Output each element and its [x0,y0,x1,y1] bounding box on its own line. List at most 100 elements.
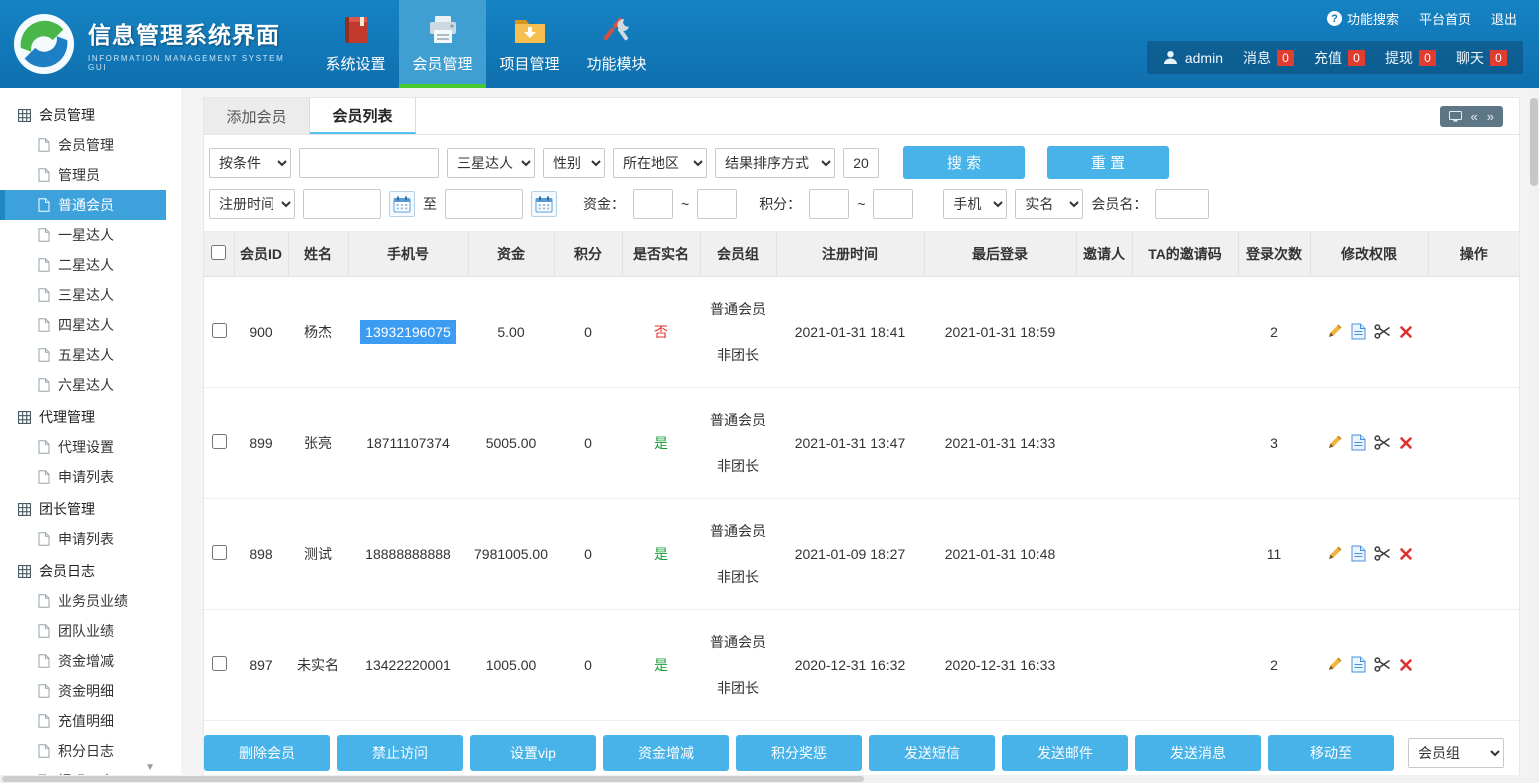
page-size-input[interactable] [843,148,879,178]
gender-select[interactable]: 性别 [543,148,605,178]
sidebar-section-title[interactable]: 会员日志 [0,556,181,586]
sidebar-item[interactable]: 三星达人 [0,280,181,310]
points-reward-button[interactable]: 积分奖惩 [736,735,862,771]
column-header: 修改权限 [1310,232,1428,276]
fund-adjust-button[interactable]: 资金增减 [603,735,729,771]
select-all-checkbox[interactable] [211,245,226,260]
member-points: 0 [554,387,622,498]
sort-select[interactable]: 结果排序方式 [715,148,835,178]
member-group: 普通会员非团长 [700,387,776,498]
ban-access-button[interactable]: 禁止访问 [337,735,463,771]
move-to-button[interactable]: 移动至 [1268,735,1394,771]
scissors-icon[interactable] [1374,434,1391,451]
condition-select[interactable]: 按条件 [209,148,291,178]
delete-icon[interactable] [1399,658,1413,672]
level-select[interactable]: 三星达人 [447,148,535,178]
sidebar-item[interactable]: 团队业绩 [0,616,181,646]
sidebar-item[interactable]: 代理设置 [0,432,181,462]
horizontal-scrollbar[interactable] [0,775,1539,783]
nav-item-project-management[interactable]: 项目管理 [486,0,573,88]
send-message-button[interactable]: 发送消息 [1135,735,1261,771]
sidebar-item[interactable]: 业务员业绩 [0,586,181,616]
sidebar-item[interactable]: 资金增减 [0,646,181,676]
monitor-icon[interactable] [1449,111,1462,122]
link-function-search[interactable]: ?功能搜索 [1327,9,1399,28]
sidebar-section-title[interactable]: 团长管理 [0,494,181,524]
sidebar-item[interactable]: 六星达人 [0,370,181,400]
send-email-button[interactable]: 发送邮件 [1002,735,1128,771]
member-last-login: 2021-01-31 18:59 [924,276,1076,387]
scissors-icon[interactable] [1374,656,1391,673]
realname-select[interactable]: 实名 [1015,189,1083,219]
sidebar-item[interactable]: 充值明细 [0,706,181,736]
sidebar-item[interactable]: 普通会员 [0,190,166,220]
stat-recharge[interactable]: 充值0 [1314,48,1365,68]
stat-chat[interactable]: 聊天0 [1456,48,1507,68]
row-checkbox[interactable] [212,656,227,671]
delete-member-button[interactable]: 删除会员 [204,735,330,771]
sidebar-item[interactable]: 申请列表 [0,462,181,492]
document-icon[interactable] [1351,434,1366,451]
tab-member-list[interactable]: 会员列表 [310,98,416,134]
nav-item-system-settings[interactable]: 系统设置 [312,0,399,88]
pencil-icon[interactable] [1326,434,1343,451]
search-button[interactable]: 搜 索 [903,146,1025,179]
fund-min-input[interactable] [633,189,673,219]
date-from-calendar-button[interactable] [389,191,415,217]
scissors-icon[interactable] [1374,323,1391,340]
nav-item-function-modules[interactable]: 功能模块 [573,0,660,88]
pencil-icon[interactable] [1326,656,1343,673]
sidebar-section-title[interactable]: 会员管理 [0,100,181,130]
vertical-scrollbar[interactable] [1529,88,1539,775]
delete-icon[interactable] [1399,547,1413,561]
reset-button[interactable]: 重 置 [1047,146,1169,179]
document-icon[interactable] [1351,545,1366,562]
tab-add-member[interactable]: 添加会员 [204,98,310,134]
double-left-icon[interactable]: « [1471,110,1478,123]
vertical-scrollbar-thumb[interactable] [1530,98,1538,186]
keyword-input[interactable] [299,148,439,178]
delete-icon[interactable] [1399,325,1413,339]
move-target-select[interactable]: 会员组 [1408,738,1504,768]
sidebar-item[interactable]: 管理员 [0,160,181,190]
row-checkbox[interactable] [212,545,227,560]
horizontal-scrollbar-thumb[interactable] [2,776,864,782]
pencil-icon[interactable] [1326,545,1343,562]
send-sms-button[interactable]: 发送短信 [869,735,995,771]
member-name-input[interactable] [1155,189,1209,219]
fund-max-input[interactable] [697,189,737,219]
sidebar-item[interactable]: 四星达人 [0,310,181,340]
sidebar-section-title[interactable]: 代理管理 [0,402,181,432]
link-platform-home[interactable]: 平台首页 [1419,9,1471,28]
date-from-input[interactable] [303,189,381,219]
document-icon[interactable] [1351,323,1366,340]
stat-withdraw[interactable]: 提现0 [1385,48,1436,68]
user-info[interactable]: admin [1163,50,1223,66]
sidebar-item[interactable]: 会员管理 [0,130,181,160]
document-icon[interactable] [1351,656,1366,673]
sidebar-item[interactable]: 五星达人 [0,340,181,370]
row-checkbox[interactable] [212,434,227,449]
sidebar-item[interactable]: 资金明细 [0,676,181,706]
points-min-input[interactable] [809,189,849,219]
stat-messages[interactable]: 消息0 [1243,48,1294,68]
time-type-select[interactable]: 注册时间 [209,189,295,219]
column-header: 积分 [554,232,622,276]
date-to-calendar-button[interactable] [531,191,557,217]
nav-item-member-management[interactable]: 会员管理 [399,0,486,88]
delete-icon[interactable] [1399,436,1413,450]
phone-field-select[interactable]: 手机 [943,189,1007,219]
sidebar-item[interactable]: 申请列表 [0,524,181,554]
points-max-input[interactable] [873,189,913,219]
double-right-icon[interactable]: » [1487,110,1494,123]
sidebar-scroll-down-icon[interactable]: ▼ [145,762,155,773]
link-logout[interactable]: 退出 [1491,9,1517,28]
pencil-icon[interactable] [1326,323,1343,340]
region-select[interactable]: 所在地区 [613,148,707,178]
row-checkbox[interactable] [212,323,227,338]
date-to-input[interactable] [445,189,523,219]
scissors-icon[interactable] [1374,545,1391,562]
sidebar-item[interactable]: 二星达人 [0,250,181,280]
set-vip-button[interactable]: 设置vip [470,735,596,771]
sidebar-item[interactable]: 一星达人 [0,220,181,250]
